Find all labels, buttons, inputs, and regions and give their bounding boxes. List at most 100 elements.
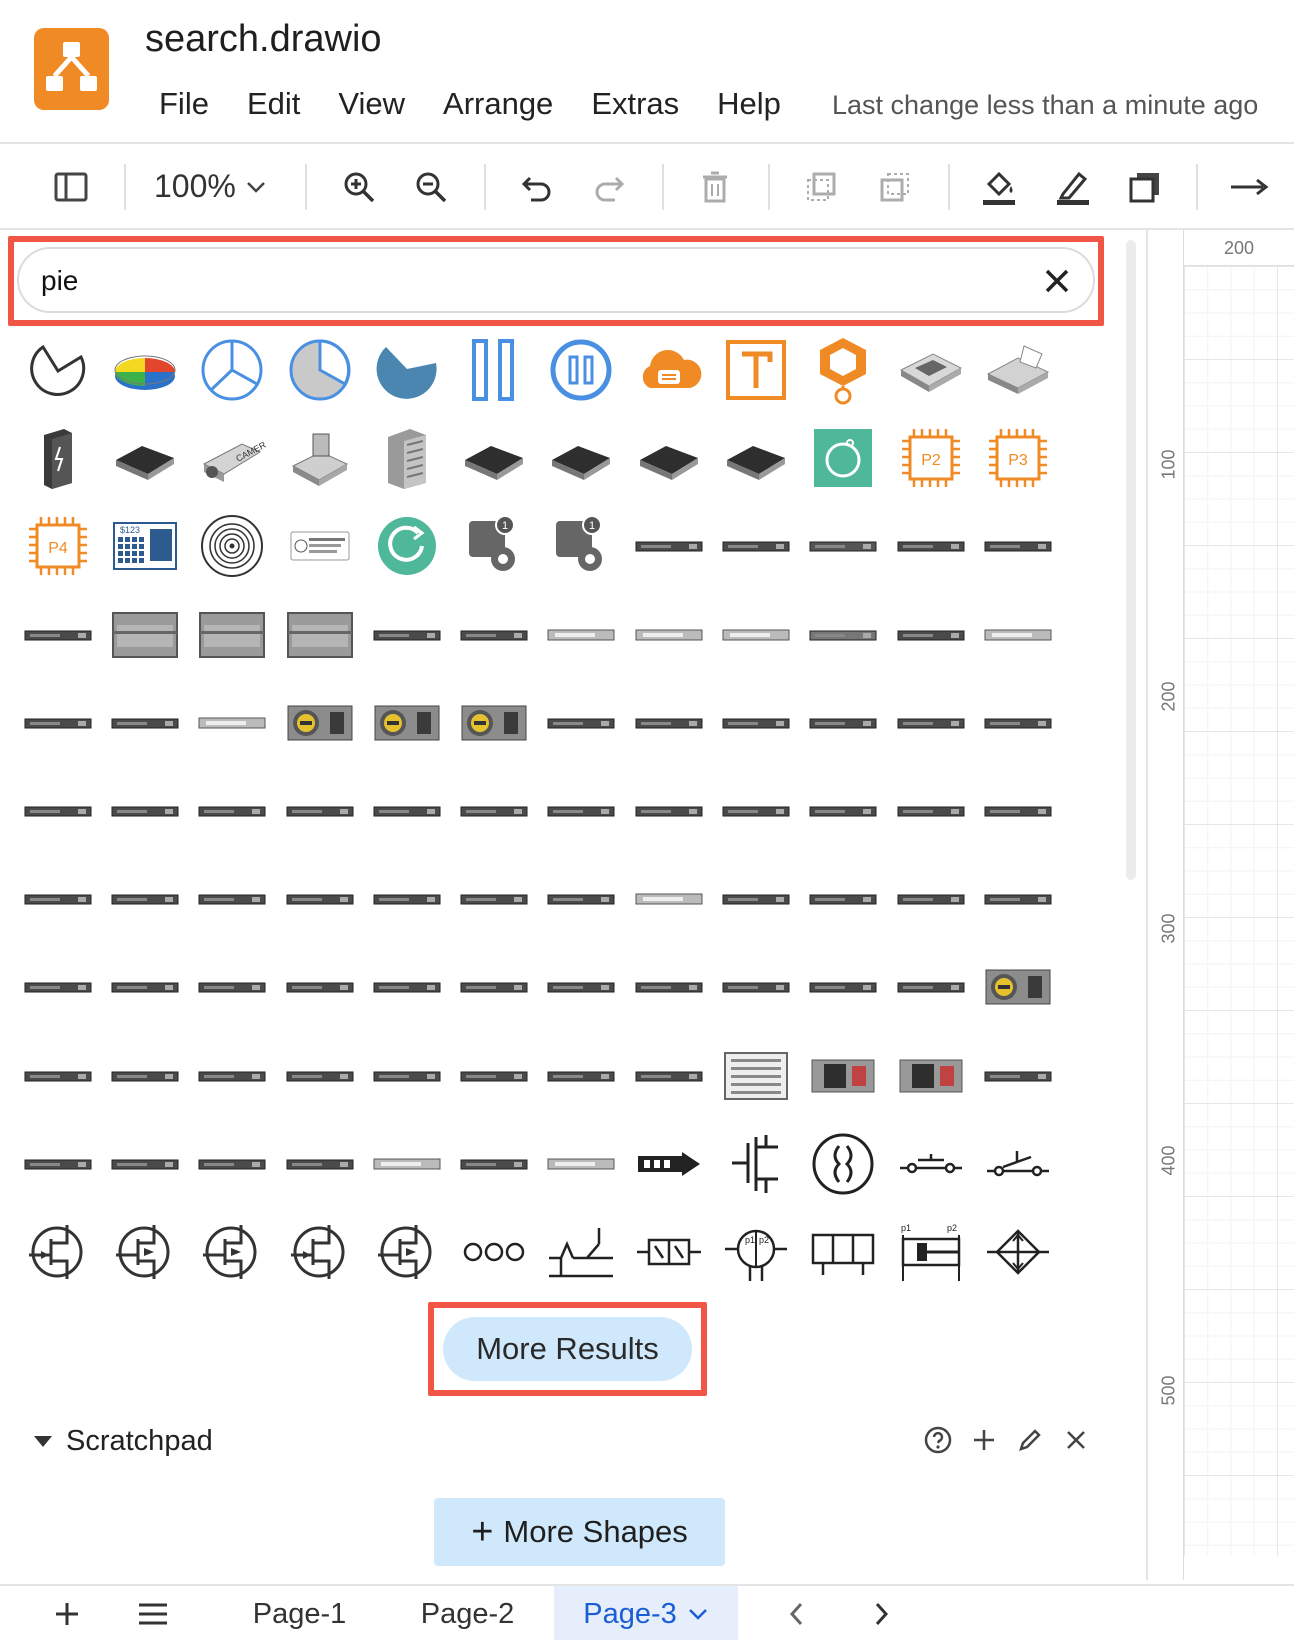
shape-result-rack-1u-z7[interactable]: [538, 943, 625, 1031]
shape-result-rack-1u-v2[interactable]: [101, 1120, 188, 1208]
shape-result-power-unit-c[interactable]: [450, 679, 537, 767]
shape-result-rack-1u-y6[interactable]: [450, 855, 537, 943]
shape-result-rack-1u-b[interactable]: [712, 502, 799, 590]
shape-result-rack-1u-v[interactable]: [887, 679, 974, 767]
more-shapes-button[interactable]: + More Shapes: [434, 1498, 725, 1566]
shape-result-rack-1u-y9[interactable]: [712, 855, 799, 943]
zoom-dropdown[interactable]: 100%: [154, 168, 268, 205]
shape-result-rack-1u-x5[interactable]: [363, 767, 450, 855]
shape-result-rack-1u-x3[interactable]: [189, 767, 276, 855]
shape-result-rack-1u-i[interactable]: [538, 591, 625, 679]
shape-result-gear-badge-b[interactable]: 1: [538, 502, 625, 590]
scratchpad-title[interactable]: Scratchpad: [66, 1425, 213, 1458]
shape-result-diamond-valve[interactable]: [974, 1208, 1061, 1296]
shape-result-switch-contact-b[interactable]: [974, 1120, 1061, 1208]
last-change-status[interactable]: Last change less than a minute ago: [832, 90, 1258, 121]
to-front-button[interactable]: [796, 162, 846, 212]
more-results-button[interactable]: More Results: [443, 1317, 692, 1381]
sidebar-scrollbar[interactable]: [1126, 240, 1136, 880]
shape-result-mosfet-symbol[interactable]: [712, 1120, 799, 1208]
to-back-button[interactable]: [870, 162, 920, 212]
shape-result-rack-1u-r[interactable]: [538, 679, 625, 767]
shape-result-chip-p3[interactable]: P3: [974, 414, 1061, 502]
shape-result-layer3-switch-b[interactable]: [625, 414, 712, 502]
shape-result-rack-1u-v5[interactable]: [363, 1120, 450, 1208]
shape-result-rack-1u-w[interactable]: [974, 679, 1061, 767]
shape-result-pos-terminal[interactable]: [974, 326, 1061, 414]
shape-result-dots-symbol[interactable]: [450, 1208, 537, 1296]
shape-result-power-unit-d[interactable]: [974, 943, 1061, 1031]
shape-result-rack-1u-v7[interactable]: [538, 1120, 625, 1208]
shape-result-rack-1u-z3[interactable]: [189, 943, 276, 1031]
shape-result-timer-circle[interactable]: [800, 414, 887, 502]
shape-result-text-box[interactable]: [712, 326, 799, 414]
shape-result-switch-contact-a[interactable]: [887, 1120, 974, 1208]
diagram-canvas[interactable]: [1184, 266, 1294, 1556]
shape-result-jfet-p-a[interactable]: [101, 1208, 188, 1296]
shape-result-rack-1u-y5[interactable]: [363, 855, 450, 943]
shape-result-pie-3d-chart[interactable]: [101, 326, 188, 414]
shape-result-card-reader[interactable]: [276, 414, 363, 502]
shape-result-pie-filled-chart[interactable]: [276, 326, 363, 414]
shape-result-mosfet-p[interactable]: [363, 1208, 450, 1296]
shape-result-pause-bars[interactable]: [450, 326, 537, 414]
shape-result-rack-1u-w9[interactable]: [974, 1032, 1061, 1120]
shape-result-rack-1u-n[interactable]: [974, 591, 1061, 679]
shape-result-rack-1u-x4[interactable]: [276, 767, 363, 855]
shape-result-cylinder-box[interactable]: [800, 1208, 887, 1296]
zoom-in-button[interactable]: [334, 162, 384, 212]
shape-result-rack-1u-t[interactable]: [712, 679, 799, 767]
shape-result-rack-1u-w2[interactable]: [101, 1032, 188, 1120]
delete-button[interactable]: [690, 162, 740, 212]
shape-result-rack-1u-z11[interactable]: [887, 943, 974, 1031]
menu-help[interactable]: Help: [698, 86, 800, 122]
shape-result-rack-1u-w6[interactable]: [450, 1032, 537, 1120]
shape-result-rack-1u-v1[interactable]: [14, 1120, 101, 1208]
shape-result-rack-1u-y2[interactable]: [101, 855, 188, 943]
shape-result-rack-1u-w8[interactable]: [625, 1032, 712, 1120]
scratchpad-edit-button[interactable]: [1012, 1422, 1048, 1458]
shape-result-rack-1u-w7[interactable]: [538, 1032, 625, 1120]
menu-edit[interactable]: Edit: [228, 86, 319, 122]
shape-result-rack-1u-l[interactable]: [800, 591, 887, 679]
shape-result-rack-1u-x6[interactable]: [450, 767, 537, 855]
shape-result-chassis-a[interactable]: [101, 591, 188, 679]
shape-result-rack-1u-m[interactable]: [887, 591, 974, 679]
shape-result-rack-1u-a[interactable]: [625, 502, 712, 590]
shape-result-rack-1u-o[interactable]: [14, 679, 101, 767]
shape-result-rack-server[interactable]: [363, 414, 450, 502]
shape-result-valve-symbol[interactable]: [625, 1208, 712, 1296]
shape-result-rack-1u-w3[interactable]: [189, 1032, 276, 1120]
shape-result-push-notification[interactable]: [276, 502, 363, 590]
shape-result-rack-1u-x8[interactable]: [625, 767, 712, 855]
shape-result-rack-1u-f[interactable]: [14, 591, 101, 679]
shape-result-chip-p4[interactable]: P4: [14, 502, 101, 590]
scratchpad-add-button[interactable]: [966, 1422, 1002, 1458]
shape-result-chassis-b[interactable]: [189, 591, 276, 679]
shape-result-chip-p2[interactable]: P2: [887, 414, 974, 502]
menu-extras[interactable]: Extras: [572, 86, 698, 122]
shape-result-rack-1u-y10[interactable]: [800, 855, 887, 943]
shape-result-pressure-gauge[interactable]: p1 p2: [712, 1208, 799, 1296]
menu-file[interactable]: File: [140, 86, 228, 122]
search-clear-button[interactable]: [1039, 263, 1075, 299]
next-page-button[interactable]: [858, 1592, 904, 1636]
shape-result-rack-1u-g[interactable]: [363, 591, 450, 679]
search-input[interactable]: [41, 261, 1001, 301]
shape-result-rack-1u-y1[interactable]: [14, 855, 101, 943]
tab-page-1[interactable]: Page-1: [222, 1586, 377, 1640]
shape-result-rack-1u-y11[interactable]: [887, 855, 974, 943]
shape-result-rack-1u-z1[interactable]: [14, 943, 101, 1031]
shadow-button[interactable]: [1120, 162, 1170, 212]
menu-view[interactable]: View: [319, 86, 424, 122]
shape-result-rack-1u-x12[interactable]: [974, 767, 1061, 855]
connection-arrow-button[interactable]: [1224, 162, 1274, 212]
pages-menu-button[interactable]: [130, 1592, 176, 1636]
shape-result-tube-symbol[interactable]: [800, 1120, 887, 1208]
shape-result-rack-1u-q[interactable]: [189, 679, 276, 767]
shape-result-rack-1u-x2[interactable]: [101, 767, 188, 855]
shape-result-rack-1u-y12[interactable]: [974, 855, 1061, 943]
collapse-caret-icon[interactable]: [34, 1435, 52, 1447]
shape-result-rack-1u-d[interactable]: [887, 502, 974, 590]
shape-result-rack-1u-z6[interactable]: [450, 943, 537, 1031]
